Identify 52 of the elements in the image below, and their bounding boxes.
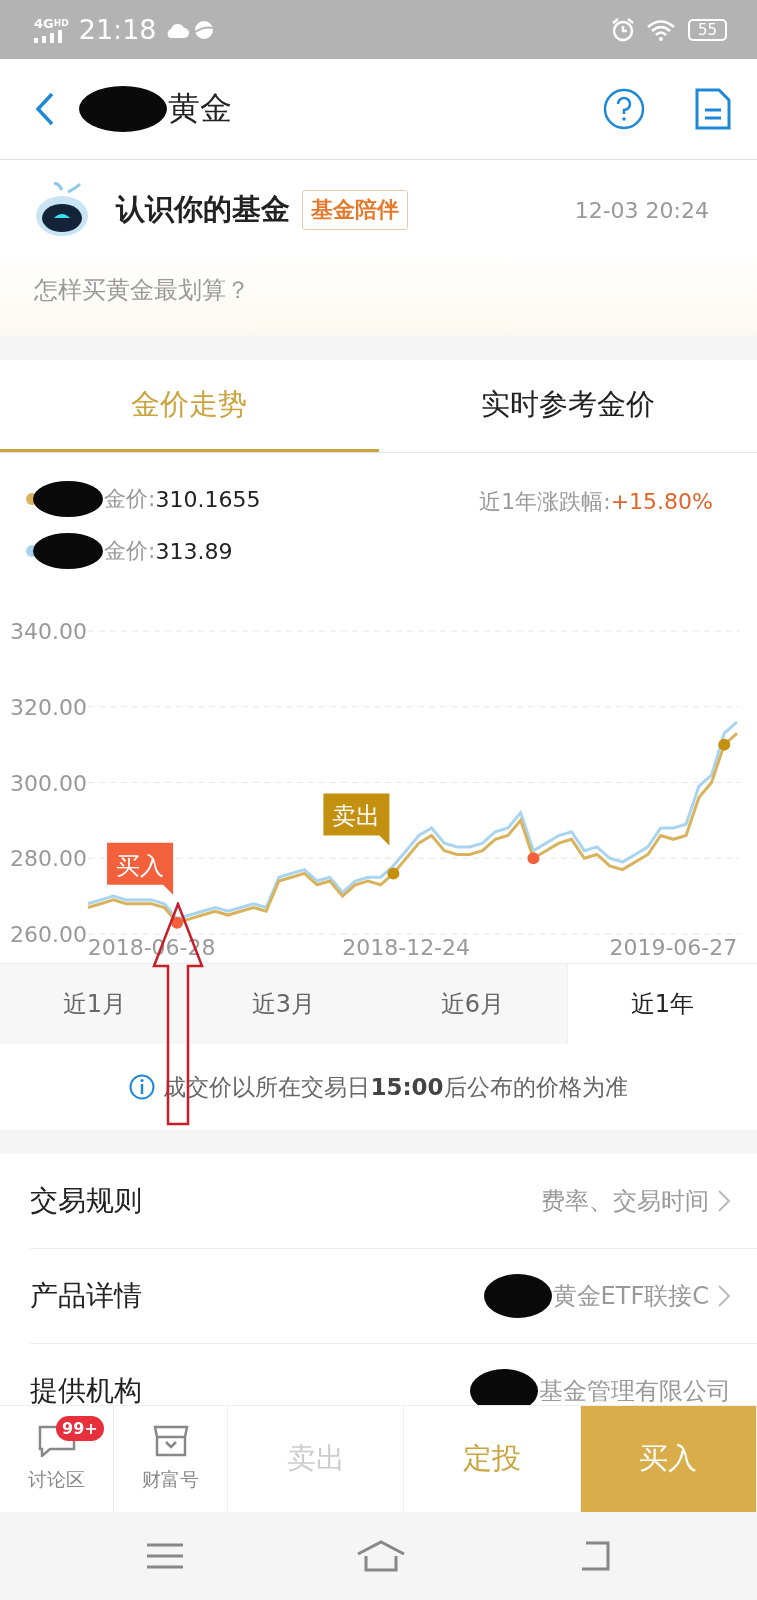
period-tab[interactable]: 近3月 (189, 964, 378, 1044)
trade-dot (527, 852, 540, 865)
axis-label: 320.00 (10, 694, 87, 720)
change-text: 近1年涨跌幅:+15.80% (479, 488, 713, 516)
row-value: 黄金ETF联接C (552, 1281, 709, 1312)
tag-label: 基金陪伴 (302, 190, 408, 230)
bottom-tab[interactable]: 讨论区 99+ (0, 1406, 114, 1512)
clock-time: 21:18 (78, 14, 157, 45)
period-tab[interactable]: 近1月 (0, 964, 189, 1044)
legend-label: 金价: (104, 537, 156, 565)
period-tab[interactable]: 近6月 (378, 964, 567, 1044)
document-icon[interactable] (695, 88, 731, 130)
marker-tag: 卖出 (323, 793, 390, 846)
count-badge: 99+ (56, 1416, 104, 1441)
row-label: 产品详情 (30, 1278, 142, 1314)
back-icon[interactable] (34, 92, 56, 126)
help-icon[interactable] (603, 88, 645, 130)
signal-icon (34, 29, 64, 43)
legend-label: 金价: (104, 485, 156, 513)
card-title: 认识你的基金 (116, 191, 290, 228)
network-label: 4G (34, 16, 54, 30)
planet-icon (192, 19, 215, 40)
battery-level: 55 (687, 18, 727, 41)
legend-value: 313.89 (155, 538, 233, 564)
trade-dot (171, 916, 184, 929)
axis-label: 260.00 (10, 922, 87, 947)
trade-dot (718, 738, 731, 751)
axis-label: 2018-12-24 (342, 935, 471, 960)
marker-tag: 买入 (107, 842, 174, 895)
axis-label: 340.00 (10, 619, 87, 644)
post-time: 12-03 20:24 (574, 197, 709, 223)
row-value: 基金管理有限公司 (539, 1376, 731, 1405)
row-label: 交易规则 (30, 1183, 142, 1219)
menu-icon[interactable] (146, 1542, 183, 1570)
axis-label: 300.00 (10, 770, 87, 796)
question-text[interactable]: 怎样买黄金最划算？ (0, 240, 757, 306)
info-icon (129, 1074, 156, 1100)
tab[interactable]: 金价走势 (0, 360, 379, 452)
home-icon[interactable] (356, 1540, 407, 1572)
trade-dot (387, 867, 400, 880)
row-value: 费率、交易时间 (541, 1186, 709, 1217)
tab[interactable]: 实时参考金价 (378, 360, 757, 452)
row-label: 提供机构 (30, 1373, 142, 1405)
axis-label: 2019-06-27 (609, 935, 738, 960)
shop-icon (152, 1425, 189, 1457)
axis-label: 280.00 (10, 846, 87, 872)
network-extra-label: HD (53, 16, 69, 30)
legend-value: 310.1655 (155, 486, 261, 512)
page-title: 黄金 (168, 88, 232, 129)
redaction-mark (32, 480, 104, 518)
wifi-icon (645, 18, 676, 41)
redaction-mark (32, 532, 104, 570)
